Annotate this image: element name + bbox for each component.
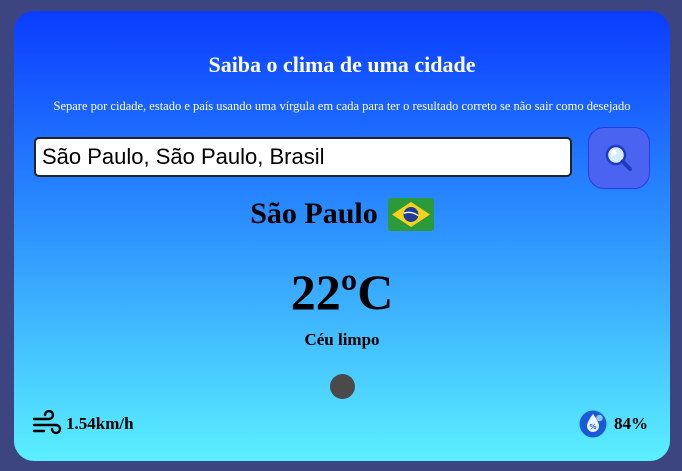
city-search-input[interactable]: [34, 137, 572, 177]
humidity-value: 84%: [614, 414, 648, 433]
page-subtitle: Separe por cidade, estado e país usando …: [53, 99, 631, 113]
magnifier-icon: [605, 144, 632, 171]
wind-stat: 1.54km/h: [32, 410, 134, 438]
humidity-icon: %: [579, 410, 607, 438]
svg-text:%: %: [589, 423, 596, 431]
weather-description: Céu limpo: [304, 330, 380, 349]
temperature-value: 22ºC: [290, 264, 394, 320]
search-button[interactable]: [588, 127, 650, 189]
weather-card: Saiba o clima de uma cidade Separe por c…: [14, 11, 670, 461]
city-name: São Paulo: [250, 197, 378, 230]
page-title: Saiba o clima de uma cidade: [208, 52, 476, 77]
wind-speed: 1.54km/h: [66, 414, 134, 433]
wind-icon: [32, 410, 62, 435]
humidity-stat: % 84%: [578, 409, 648, 439]
clear-sky-icon: [330, 374, 355, 399]
brazil-flag-icon: [387, 197, 434, 231]
city-row: São Paulo: [14, 197, 670, 231]
